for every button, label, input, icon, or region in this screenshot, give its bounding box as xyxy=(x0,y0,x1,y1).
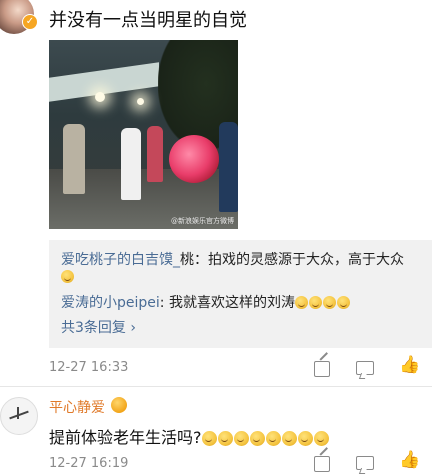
reply-item[interactable]: 爱吃桃子的白吉馍_桃：拍戏的灵感源于大众，高于大众 xyxy=(61,249,404,269)
laugh-emoji-icon xyxy=(233,431,249,446)
timestamp: 12-27 16:19 xyxy=(49,456,129,471)
prop-flower xyxy=(169,135,219,183)
share-icon[interactable] xyxy=(314,456,330,472)
verified-badge-icon: ✓ xyxy=(22,14,38,30)
like-icon[interactable]: 👍 xyxy=(399,450,420,470)
timestamp: 12-27 16:33 xyxy=(49,360,129,375)
laugh-emoji-icon xyxy=(217,431,233,446)
like-icon[interactable]: 👍 xyxy=(399,355,420,375)
laugh-emoji-icon xyxy=(308,296,322,309)
person xyxy=(121,128,141,200)
chevron-right-icon: › xyxy=(130,320,136,336)
clock-hand xyxy=(17,407,19,419)
share-icon[interactable] xyxy=(314,361,330,377)
clock-hand xyxy=(9,410,29,420)
person xyxy=(219,122,238,212)
reply-username[interactable]: 爱涛的小peipei xyxy=(61,295,160,311)
laugh-emoji-icon xyxy=(265,431,281,446)
reply-username[interactable]: 爱吃桃子的白吉馍_ xyxy=(61,252,180,268)
reply-text: 我就喜欢这样的刘涛 xyxy=(168,295,295,311)
street-light xyxy=(95,92,105,102)
username[interactable]: 平心静爱 xyxy=(49,397,105,417)
replies-box: 爱吃桃子的白吉馍_桃：拍戏的灵感源于大众，高于大众 爱涛的小peipei: 我就… xyxy=(49,240,432,348)
laugh-emoji-icon xyxy=(201,431,217,446)
laugh-emoji-icon xyxy=(294,296,308,309)
laugh-emoji-icon xyxy=(249,431,265,446)
divider xyxy=(0,386,432,387)
post-photo[interactable]: @新浪娱乐官方微博 xyxy=(49,40,238,229)
street-light xyxy=(137,98,144,105)
reply-emoji-line xyxy=(61,269,75,285)
comment-icon[interactable] xyxy=(356,361,374,375)
laugh-emoji-icon xyxy=(322,296,336,309)
more-replies-link[interactable]: 共3条回复 › xyxy=(61,317,136,337)
comment-icon[interactable] xyxy=(356,456,374,470)
photo-watermark: @新浪娱乐官方微博 xyxy=(171,217,234,225)
laugh-emoji-icon xyxy=(297,431,313,446)
comment-text: 并没有一点当明星的自觉 xyxy=(49,10,247,31)
member-badge-icon xyxy=(111,397,127,413)
laugh-emoji-icon xyxy=(336,296,350,309)
reply-text: 桃：拍戏的灵感源于大众，高于大众 xyxy=(180,252,404,268)
laugh-emoji-icon xyxy=(313,431,329,446)
avatar[interactable] xyxy=(0,397,38,435)
person xyxy=(147,126,163,182)
person xyxy=(63,124,85,194)
reply-item[interactable]: 爱涛的小peipei: 我就喜欢这样的刘涛 xyxy=(61,292,351,312)
laugh-emoji-icon xyxy=(281,431,297,446)
laugh-emoji-icon xyxy=(61,270,74,283)
comment-text: 提前体验老年生活吗? xyxy=(49,424,330,448)
